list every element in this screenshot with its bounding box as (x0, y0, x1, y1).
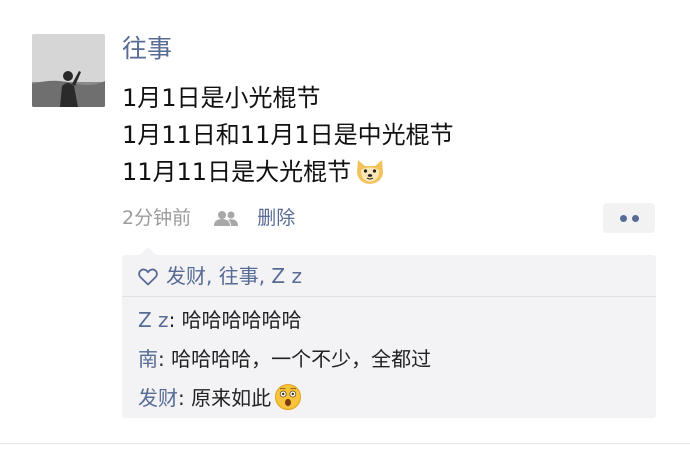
comment-section: 发财, 往事, Z z Z z: 哈哈哈哈哈哈 南: 哈哈哈哈，一个不少，全都过… (122, 247, 656, 419)
comment-author[interactable]: 南 (138, 347, 158, 371)
comment-item[interactable]: 南: 哈哈哈哈，一个不少，全都过 (138, 344, 431, 374)
comment-author[interactable]: Z z (138, 308, 169, 332)
author-name[interactable]: 往事 (122, 33, 172, 65)
users-icon (213, 206, 239, 236)
more-button[interactable] (603, 203, 655, 233)
comment-text: : 哈哈哈哈，一个不少，全都过 (158, 347, 432, 371)
comment-text: : 哈哈哈哈哈哈 (168, 308, 302, 332)
post-line: 11月11日是大光棍节 (122, 154, 454, 197)
likes-names[interactable]: 发财, 往事, Z z (166, 264, 302, 288)
delete-button[interactable]: 删除 (257, 207, 295, 229)
post-content: 1月1日是小光棍节 1月11日和11月1日是中光棍节 11月11日是大光棍节 (122, 80, 454, 197)
heart-icon (138, 263, 158, 295)
avatar[interactable] (32, 34, 105, 107)
comment-section-arrow (140, 247, 156, 255)
post-line-text: 11月11日是大光棍节 (122, 158, 352, 186)
post-time: 2分钟前 (122, 207, 192, 229)
avatar-image (32, 34, 105, 107)
post-line: 1月1日是小光棍节 (122, 84, 321, 112)
likes-row: 发财, 往事, Z z (138, 260, 302, 292)
comment-text: : 原来如此 (178, 386, 272, 410)
post-meta: 2分钟前 删除 (122, 203, 295, 233)
comment-item[interactable]: 发财: 原来如此 (138, 383, 302, 419)
post-line: 1月11日和11月1日是中光棍节 (122, 121, 454, 149)
feed-divider (0, 443, 690, 444)
divider (122, 296, 656, 297)
doge-emoji-icon (354, 156, 386, 197)
comment-author[interactable]: 发财 (138, 386, 178, 410)
astonished-face-emoji-icon (274, 383, 302, 419)
comment-item[interactable]: Z z: 哈哈哈哈哈哈 (138, 305, 302, 335)
